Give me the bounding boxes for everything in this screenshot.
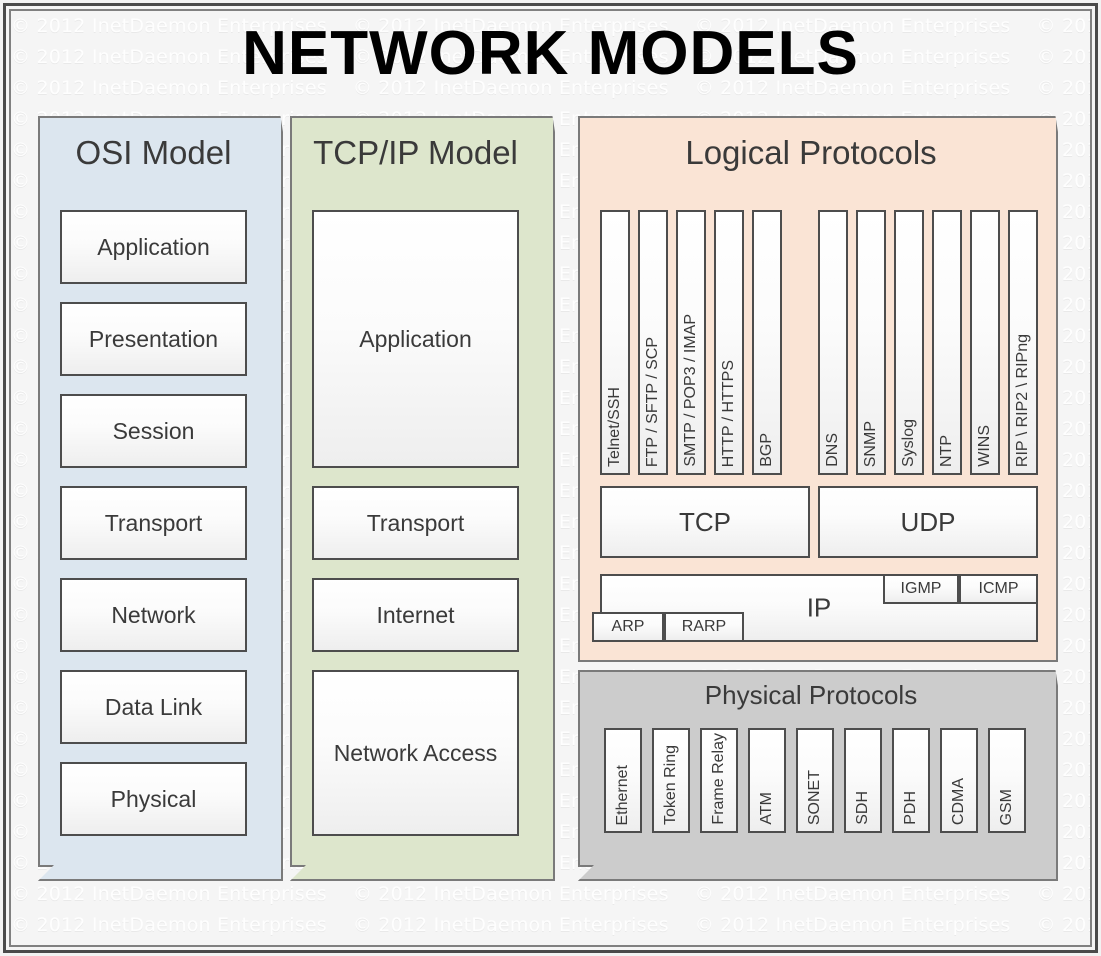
panel-logical-title: Logical Protocols — [685, 134, 937, 171]
physical-protocol-atm[interactable]: ATM — [748, 728, 786, 833]
panel-osi-bottom-face — [38, 865, 283, 881]
osi-layer-data-link[interactable]: Data Link — [60, 670, 247, 744]
panel-osi-model: OSI Model Application Presentation Sessi… — [38, 116, 283, 881]
logical-transport-label: UDP — [900, 506, 956, 537]
logical-app-ftp-sftp-scp[interactable]: FTP / SFTP / SCP — [638, 210, 668, 475]
physical-protocol-label: SONET — [806, 769, 823, 825]
tcpip-layer-internet[interactable]: Internet — [312, 578, 519, 652]
logical-transport-label: TCP — [679, 506, 731, 537]
panel-tcpip-side-face — [539, 116, 555, 867]
logical-app-http-https[interactable]: HTTP / HTTPS — [714, 210, 744, 475]
logical-app-label: Telnet/SSH — [606, 386, 623, 467]
logical-transport-tcp[interactable]: TCP — [600, 486, 810, 558]
panel-tcpip-title: TCP/IP Model — [313, 134, 518, 171]
osi-layer-label: Transport — [104, 509, 203, 536]
logical-app-label: DNS — [824, 433, 841, 467]
osi-layer-label: Presentation — [88, 325, 219, 352]
osi-layer-physical[interactable]: Physical — [60, 762, 247, 836]
osi-layer-application[interactable]: Application — [60, 210, 247, 284]
logical-app-rip[interactable]: RIP \ RIP2 \ RIPng — [1008, 210, 1038, 475]
osi-layer-presentation[interactable]: Presentation — [60, 302, 247, 376]
osi-layer-label: Session — [112, 417, 195, 444]
panel-logical-side-face — [1042, 116, 1058, 662]
physical-protocol-label: Token Ring — [662, 744, 679, 825]
osi-layer-network[interactable]: Network — [60, 578, 247, 652]
physical-protocol-pdh[interactable]: PDH — [892, 728, 930, 833]
panel-physical-title: Physical Protocols — [704, 680, 918, 710]
page-title: NETWORK MODELS — [242, 19, 859, 88]
logical-internet-label: ICMP — [978, 580, 1019, 597]
logical-internet-igmp[interactable]: IGMP — [883, 574, 959, 604]
panel-physical-side-face — [1042, 670, 1058, 867]
tcpip-layer-label: Internet — [376, 601, 455, 628]
physical-protocol-label: PDH — [902, 791, 919, 825]
logical-internet-icmp[interactable]: ICMP — [959, 574, 1038, 604]
osi-layer-label: Data Link — [104, 693, 203, 720]
logical-app-label: FTP / SFTP / SCP — [644, 336, 661, 467]
logical-app-label: RIP \ RIP2 \ RIPng — [1014, 333, 1031, 467]
physical-protocol-frame-relay[interactable]: Frame Relay — [700, 728, 738, 833]
physical-protocol-gsm[interactable]: GSM — [988, 728, 1026, 833]
logical-app-wins[interactable]: WINS — [970, 210, 1000, 475]
panel-osi-side-face — [267, 116, 283, 867]
logical-app-label: BGP — [758, 433, 775, 467]
physical-protocol-label: Ethernet — [614, 764, 631, 825]
physical-protocol-sdh[interactable]: SDH — [844, 728, 882, 833]
physical-protocol-sonet[interactable]: SONET — [796, 728, 834, 833]
physical-protocol-cdma[interactable]: CDMA — [940, 728, 978, 833]
logical-app-syslog[interactable]: Syslog — [894, 210, 924, 475]
logical-app-dns[interactable]: DNS — [818, 210, 848, 475]
logical-app-label: Syslog — [900, 418, 917, 467]
physical-protocol-label: Frame Relay — [710, 733, 727, 825]
physical-protocol-label: GSM — [998, 788, 1015, 825]
panel-physical-bottom-face — [578, 865, 1058, 881]
panel-tcpip-bottom-face — [290, 865, 555, 881]
physical-protocol-label: CDMA — [950, 777, 967, 825]
diagram-canvas: © 2012 InetDaemon Enterprises © 2012 Inet… — [0, 0, 1101, 956]
logical-internet-label: IGMP — [900, 580, 942, 597]
logical-internet-rarp[interactable]: RARP — [664, 612, 744, 642]
physical-protocol-label: SDH — [854, 791, 871, 825]
panel-logical-protocols: Logical Protocols Telnet/SSH FTP / SFTP … — [578, 116, 1058, 676]
osi-layer-transport[interactable]: Transport — [60, 486, 247, 560]
physical-protocol-label: ATM — [758, 792, 775, 825]
tcpip-layer-label: Network Access — [333, 739, 498, 766]
logical-app-label: SMTP / POP3 / IMAP — [682, 314, 699, 467]
logical-internet-label: RARP — [681, 618, 727, 635]
logical-app-telnet-ssh[interactable]: Telnet/SSH — [600, 210, 630, 475]
tcpip-layer-network-access[interactable]: Network Access — [312, 670, 519, 836]
physical-protocol-token-ring[interactable]: Token Ring — [652, 728, 690, 833]
tcpip-layer-label: Transport — [366, 509, 465, 536]
panel-tcpip-model: TCP/IP Model Application Transport Inter… — [290, 116, 555, 881]
panel-physical-protocols: Physical Protocols Ethernet Token Ring F… — [578, 670, 1058, 881]
logical-app-ntp[interactable]: NTP — [932, 210, 962, 475]
logical-internet-label: ARP — [611, 618, 645, 635]
physical-protocol-ethernet[interactable]: Ethernet — [604, 728, 642, 833]
tcpip-layer-application[interactable]: Application — [312, 210, 519, 468]
logical-app-label: WINS — [976, 425, 993, 467]
logical-app-label: HTTP / HTTPS — [720, 359, 737, 467]
osi-layer-label: Physical — [110, 785, 197, 812]
logical-app-label: SNMP — [862, 420, 879, 467]
osi-layer-label: Network — [111, 601, 196, 628]
panel-osi-title: OSI Model — [75, 134, 232, 171]
tcpip-layer-label: Application — [359, 325, 472, 352]
osi-layer-session[interactable]: Session — [60, 394, 247, 468]
logical-app-snmp[interactable]: SNMP — [856, 210, 886, 475]
logical-app-bgp[interactable]: BGP — [752, 210, 782, 475]
osi-layer-label: Application — [97, 233, 210, 260]
logical-app-smtp-pop3-imap[interactable]: SMTP / POP3 / IMAP — [676, 210, 706, 475]
logical-app-label: NTP — [938, 435, 955, 467]
tcpip-layer-transport[interactable]: Transport — [312, 486, 519, 560]
logical-internet-arp[interactable]: ARP — [592, 612, 664, 642]
logical-transport-udp[interactable]: UDP — [818, 486, 1038, 558]
